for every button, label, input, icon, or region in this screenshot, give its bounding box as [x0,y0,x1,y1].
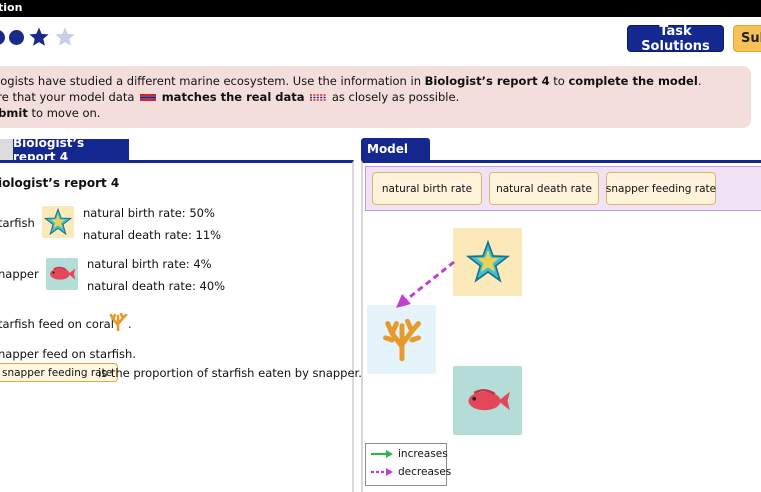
coral-feed-text: tarfish feed on coral [0,317,114,331]
snapper-card [46,258,78,290]
decrease-arrow-starfish-to-coral[interactable] [390,258,460,314]
param-natural-death-rate[interactable]: natural death rate [489,172,599,205]
green-arrow-icon [371,450,393,458]
star-filled-icon [29,27,49,46]
instruction-line-2: ure that your model data matches the rea… [0,90,460,104]
magenta-dashed-arrow-icon [371,468,393,476]
arrow-legend: increases decreases [365,443,451,486]
submit-button[interactable]: Submit [733,25,761,52]
tab-biologists-report-4[interactable]: Biologist’s report 4 [13,136,129,164]
starfish-icon [465,240,510,283]
model-node-snapper[interactable] [453,366,522,435]
snapper-fish-icon [50,266,76,280]
starfish-card [42,206,74,238]
model-node-coral[interactable] [367,305,436,374]
starfish-label: tarfish [0,216,35,230]
report-heading: iologist’s report 4 [0,176,120,190]
instruction-line-3: ubmit to move on. [0,106,101,120]
feeding-rate-definition: is the proportion of starfish eaten by s… [98,366,362,380]
title-bar: tion [0,0,761,17]
snapper-death-rate: natural death rate: 40% [87,279,226,293]
legend-decreases: decreases [370,466,451,478]
model-data-line-icon [140,94,157,101]
coral-icon [109,313,128,331]
window-title: tion [0,1,23,14]
model-node-starfish[interactable] [453,228,522,296]
legend-increases: increases [370,448,448,460]
snapper-birth-rate: natural birth rate: 4% [87,257,212,271]
snapper-fish-icon [467,388,510,410]
instruction-line-1: ologists have studied a different marine… [0,74,702,88]
starfish-birth-rate: natural birth rate: 50% [83,206,215,220]
tab-previous[interactable] [0,139,13,161]
star-empty-icon [55,27,75,46]
snapper-feed-text: napper feed on starfish. [0,347,136,361]
progress-dot [9,29,24,45]
progress-dot [0,29,5,45]
starfish-icon [44,208,72,236]
param-snapper-feeding-rate[interactable]: snapper feeding rate [606,172,716,205]
coral-icon [382,318,421,361]
snapper-label: napper [0,267,39,281]
tab-model[interactable]: Model [361,138,430,160]
progress-indicator [0,26,76,48]
real-data-line-icon [310,94,327,101]
param-natural-birth-rate[interactable]: natural birth rate [372,172,482,205]
task-solutions-button[interactable]: Task Solutions [627,24,724,54]
instructions-panel: ologists have studied a different marine… [0,66,751,128]
starfish-death-rate: natural death rate: 11% [83,228,222,242]
coral-feed-period: . [128,317,132,331]
